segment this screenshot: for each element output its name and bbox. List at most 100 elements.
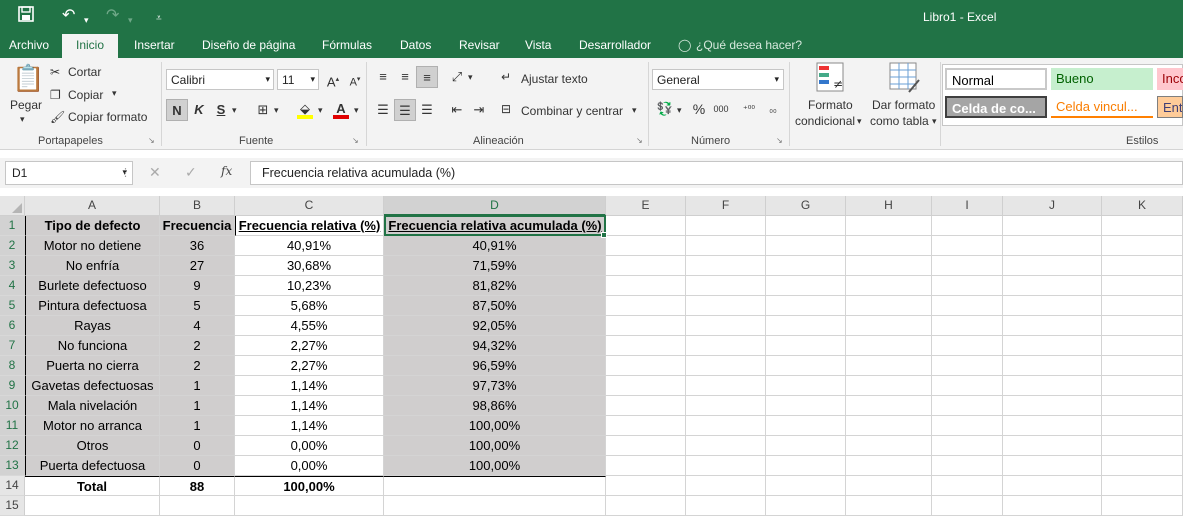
column-header-e[interactable]: E bbox=[606, 196, 686, 216]
empty-cell[interactable] bbox=[846, 476, 932, 496]
empty-cell[interactable] bbox=[606, 236, 686, 256]
empty-cell[interactable] bbox=[1102, 476, 1183, 496]
comma-style-button[interactable]: 000 bbox=[710, 98, 732, 120]
empty-cell[interactable] bbox=[686, 416, 766, 436]
copy-button[interactable]: Copiar bbox=[68, 88, 103, 102]
table-cell[interactable]: No enfría bbox=[25, 256, 160, 276]
empty-cell[interactable] bbox=[766, 376, 846, 396]
empty-cell[interactable] bbox=[1003, 296, 1102, 316]
column-header-g[interactable]: G bbox=[766, 196, 846, 216]
table-cell[interactable]: 71,59% bbox=[384, 256, 606, 276]
name-box[interactable]: D1 ▾ bbox=[5, 161, 133, 185]
align-left-icon[interactable]: ☰ bbox=[372, 99, 394, 121]
paste-button[interactable]: Pegar bbox=[10, 98, 42, 112]
empty-cell[interactable] bbox=[1003, 436, 1102, 456]
table-cell[interactable]: Mala nivelación bbox=[25, 396, 160, 416]
column-header-k[interactable]: K bbox=[1102, 196, 1183, 216]
fill-handle[interactable] bbox=[601, 232, 607, 238]
dialog-launcher-icon[interactable]: ↘ bbox=[776, 136, 783, 145]
empty-cell[interactable] bbox=[1003, 476, 1102, 496]
empty-cell[interactable] bbox=[686, 476, 766, 496]
underline-button[interactable]: S bbox=[210, 99, 232, 121]
empty-cell[interactable] bbox=[1003, 236, 1102, 256]
empty-cell[interactable] bbox=[1003, 336, 1102, 356]
empty-cell[interactable] bbox=[766, 356, 846, 376]
select-all-corner[interactable] bbox=[0, 196, 25, 216]
font-color-icon[interactable]: A bbox=[330, 98, 352, 120]
font-name-select[interactable]: Calibri ▾ bbox=[166, 69, 274, 90]
empty-cell[interactable] bbox=[1102, 456, 1183, 476]
empty-cell[interactable] bbox=[686, 216, 766, 236]
copy-dropdown-icon[interactable]: ▾ bbox=[112, 88, 117, 99]
dialog-launcher-icon[interactable]: ↘ bbox=[636, 136, 643, 145]
table-cell[interactable]: 1,14% bbox=[235, 396, 384, 416]
table-cell[interactable]: 40,91% bbox=[235, 236, 384, 256]
row-header[interactable]: 8 bbox=[0, 356, 25, 376]
table-cell[interactable]: Rayas bbox=[25, 316, 160, 336]
table-cell[interactable]: 4,55% bbox=[235, 316, 384, 336]
empty-cell[interactable] bbox=[766, 336, 846, 356]
empty-cell[interactable] bbox=[846, 316, 932, 336]
dialog-launcher-icon[interactable]: ↘ bbox=[148, 136, 155, 145]
table-cell[interactable]: 81,82% bbox=[384, 276, 606, 296]
row-header[interactable]: 9 bbox=[0, 376, 25, 396]
empty-cell[interactable] bbox=[1003, 416, 1102, 436]
empty-cell[interactable] bbox=[686, 296, 766, 316]
empty-cell[interactable] bbox=[1102, 436, 1183, 456]
empty-cell[interactable] bbox=[846, 216, 932, 236]
format-as-table-button-line2[interactable]: como tabla bbox=[870, 114, 929, 128]
empty-cell[interactable] bbox=[766, 316, 846, 336]
table-cell[interactable]: 10,23% bbox=[235, 276, 384, 296]
row-header[interactable]: 10 bbox=[0, 396, 25, 416]
style-celda-vinculada[interactable]: Celda vincul... bbox=[1051, 96, 1153, 118]
conditional-format-button-line2[interactable]: condicional bbox=[795, 114, 855, 128]
percent-style-button[interactable]: % bbox=[688, 98, 710, 120]
empty-cell[interactable] bbox=[686, 256, 766, 276]
empty-cell[interactable] bbox=[606, 356, 686, 376]
decrease-decimal-icon[interactable]: ₀₀ bbox=[762, 98, 784, 120]
row-header[interactable]: 13 bbox=[0, 456, 25, 476]
empty-cell[interactable] bbox=[1003, 216, 1102, 236]
table-cell[interactable]: 2,27% bbox=[235, 336, 384, 356]
empty-cell[interactable] bbox=[932, 436, 1003, 456]
row-header[interactable]: 12 bbox=[0, 436, 25, 456]
table-cell[interactable]: 97,73% bbox=[384, 376, 606, 396]
paste-dropdown-icon[interactable]: ▾ bbox=[20, 114, 25, 125]
tab-inicio[interactable]: Inicio bbox=[62, 34, 119, 58]
increase-decimal-icon[interactable]: ⁺⁰⁰ bbox=[738, 98, 760, 120]
row-header[interactable]: 14 bbox=[0, 476, 25, 496]
shrink-font-icon[interactable]: A▾ bbox=[344, 69, 366, 91]
table-cell[interactable] bbox=[384, 476, 606, 496]
table-cell[interactable]: Tipo de defecto bbox=[25, 216, 160, 236]
empty-cell[interactable] bbox=[766, 496, 846, 516]
empty-cell[interactable] bbox=[686, 236, 766, 256]
tab-vista[interactable]: Vista bbox=[525, 38, 551, 52]
row-header[interactable]: 11 bbox=[0, 416, 25, 436]
merge-dropdown-icon[interactable]: ▾ bbox=[632, 105, 637, 116]
empty-cell[interactable] bbox=[1102, 296, 1183, 316]
table-cell[interactable]: Motor no arranca bbox=[25, 416, 160, 436]
empty-cell[interactable] bbox=[766, 476, 846, 496]
table-cell[interactable]: 100,00% bbox=[384, 456, 606, 476]
table-cell[interactable]: Frecuencia bbox=[160, 216, 235, 236]
redo-icon[interactable]: ↷ bbox=[106, 6, 119, 26]
empty-cell[interactable] bbox=[932, 496, 1003, 516]
empty-cell[interactable] bbox=[846, 276, 932, 296]
empty-cell[interactable] bbox=[932, 376, 1003, 396]
style-bueno[interactable]: Bueno bbox=[1051, 68, 1153, 90]
style-celda-comprobacion[interactable]: Celda de co... bbox=[945, 96, 1047, 118]
table-cell[interactable]: 100,00% bbox=[384, 416, 606, 436]
table-cell[interactable]: Otros bbox=[25, 436, 160, 456]
format-painter-button[interactable]: Copiar formato bbox=[68, 110, 147, 124]
empty-cell[interactable] bbox=[766, 216, 846, 236]
empty-cell[interactable] bbox=[932, 316, 1003, 336]
table-cell[interactable]: 2,27% bbox=[235, 356, 384, 376]
orientation-dropdown-icon[interactable]: ▾ bbox=[468, 72, 473, 83]
empty-cell[interactable] bbox=[1102, 316, 1183, 336]
empty-cell[interactable] bbox=[932, 416, 1003, 436]
empty-cell[interactable] bbox=[846, 236, 932, 256]
empty-cell[interactable] bbox=[846, 456, 932, 476]
tab-datos[interactable]: Datos bbox=[400, 38, 431, 52]
empty-cell[interactable] bbox=[606, 396, 686, 416]
table-cell[interactable]: Gavetas defectuosas bbox=[25, 376, 160, 396]
